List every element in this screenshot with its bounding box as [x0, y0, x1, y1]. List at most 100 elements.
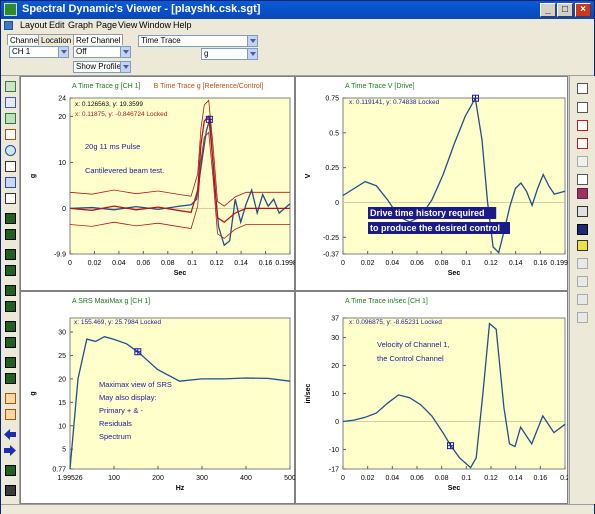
tab-ref-channel[interactable]: Ref Channel: [73, 34, 124, 45]
trace-icon-9[interactable]: [5, 357, 16, 368]
page-icon-2[interactable]: [577, 102, 588, 113]
chevron-down-icon: [247, 36, 257, 46]
page-icon[interactable]: [577, 83, 588, 94]
trace-icon-10[interactable]: [5, 373, 16, 384]
y-tick-label: 0: [62, 206, 66, 213]
x-tick-label: 0.14: [234, 260, 248, 267]
show-profile-value: Show Profile: [76, 62, 121, 71]
x-tick-label: 1.99526: [57, 475, 82, 482]
plot-background: [69, 97, 291, 255]
x-tick-label: 0.199805: [275, 260, 295, 267]
annotation-text: Velocity of Channel 1,: [377, 340, 450, 349]
undo-icon[interactable]: [5, 177, 16, 188]
fit-tool-icon[interactable]: [5, 113, 16, 124]
app-icon: [4, 3, 17, 16]
y-axis-label: in/sec: [305, 383, 312, 403]
pan-icon[interactable]: [5, 161, 16, 172]
page-gray-icon[interactable]: [577, 156, 588, 167]
settings-icon[interactable]: [5, 193, 16, 204]
annotation-text: May also display:: [99, 393, 157, 402]
graph-tool-icon[interactable]: [5, 97, 16, 108]
menu-view[interactable]: View: [118, 20, 137, 30]
annotation-text: 20g 11 ms Pulse: [85, 142, 140, 151]
page-red-icon-2[interactable]: [577, 138, 588, 149]
print-icon[interactable]: [577, 206, 588, 217]
menu-page[interactable]: Page: [96, 20, 117, 30]
zoom-icon[interactable]: [5, 145, 16, 156]
unit-select[interactable]: g: [201, 48, 258, 60]
trace-type-select[interactable]: Time Trace: [138, 35, 258, 47]
page-red-icon[interactable]: [577, 120, 588, 131]
annotate-icon[interactable]: [5, 393, 16, 404]
x-tick-label: 0: [68, 260, 72, 267]
save-icon[interactable]: [577, 224, 588, 235]
channel-select-value: CH 1: [12, 47, 31, 56]
x-axis-label: Sec: [448, 270, 461, 277]
trace-icon-7[interactable]: [5, 321, 16, 332]
x-tick-label: 0.1: [461, 475, 471, 482]
right-tool-palette: [569, 76, 595, 504]
arrow-left-icon[interactable]: [4, 429, 16, 440]
chart-svg[interactable]: A Time Trace g [CH 1] B Time Trace g [Ref…: [20, 76, 295, 291]
menu-graph[interactable]: Graph: [68, 20, 93, 30]
x-tick-label: 0.14: [509, 260, 523, 267]
menu-bar: Layout Edit Graph Page View Window Help: [1, 19, 594, 33]
trace-icon-6[interactable]: [5, 301, 16, 312]
trace-icon-11[interactable]: [5, 465, 16, 476]
document-icon[interactable]: [4, 21, 13, 30]
panel-srs-maximax[interactable]: A SRS MaxiMax g [CH 1] 30 25 20 15 10 5 0.77 1.9…: [20, 291, 295, 504]
chevron-down-icon: [120, 47, 130, 57]
page-icon-3[interactable]: [577, 174, 588, 185]
chart-svg[interactable]: A Time Trace in/sec [CH 1] 37 30 20 10 0 -10 -1…: [295, 291, 568, 504]
menu-layout[interactable]: Layout: [20, 20, 47, 30]
x-tick-label: 0.1: [461, 260, 471, 267]
chart-svg[interactable]: A Time Trace V [Drive] 0.75 0.5 0.25 0 -0.25 -…: [295, 76, 568, 291]
trace-icon-12[interactable]: [5, 485, 16, 496]
panel-velocity[interactable]: A Time Trace in/sec [CH 1] 37 30 20 10 0 -10 -1…: [295, 291, 568, 504]
channel-select[interactable]: CH 1: [9, 46, 69, 58]
chart-svg[interactable]: A SRS MaxiMax g [CH 1] 30 25 20 15 10 5 0.771.9…: [20, 291, 295, 504]
color-icon[interactable]: [577, 240, 588, 251]
window-title: Spectral Dynamic's Viewer - [playshk.csk…: [22, 3, 261, 15]
trace-icon-2[interactable]: [5, 229, 16, 240]
panel-time-trace-drive[interactable]: A Time Trace V [Drive] 0.75 0.5 0.25 0 -0.25 -…: [295, 76, 568, 291]
arrow-right-icon[interactable]: [4, 445, 16, 456]
text-icon[interactable]: [5, 409, 16, 420]
menu-help[interactable]: Help: [173, 20, 192, 30]
x-tick-label: 0: [341, 475, 345, 482]
trace-icon-8[interactable]: [5, 337, 16, 348]
tag-icon[interactable]: [577, 188, 588, 199]
minimize-button[interactable]: _: [540, 3, 556, 17]
panel-title: B Time Trace g [Reference/Control]: [154, 83, 264, 90]
app-window: Spectral Dynamic's Viewer - [playshk.csk…: [0, 0, 595, 514]
show-profile-select[interactable]: Show Profile: [73, 61, 131, 73]
ref-channel-select[interactable]: Off: [73, 46, 131, 58]
y-axis-label: g: [30, 174, 37, 178]
trace-icon-3[interactable]: [5, 249, 16, 260]
trace-icon-5[interactable]: [5, 285, 16, 296]
import-icon[interactable]: [577, 312, 588, 323]
maximize-button[interactable]: □: [557, 3, 573, 17]
trace-icon-4[interactable]: [5, 265, 16, 276]
x-tick-label: 300: [196, 475, 208, 482]
title-bar[interactable]: Spectral Dynamic's Viewer - [playshk.csk…: [1, 1, 594, 19]
cursor-readout: x: 155.469, y: 25.7984 Locked: [74, 319, 161, 326]
status-bar: [1, 504, 594, 514]
pointer-tool-icon[interactable]: [5, 129, 16, 140]
trace-icon-1[interactable]: [5, 213, 16, 224]
y-axis-label: g: [30, 391, 37, 395]
y-tick-label: 10: [58, 160, 66, 167]
close-button[interactable]: ×: [575, 3, 591, 17]
panel-time-trace-ch1[interactable]: A Time Trace g [CH 1] B Time Trace g [Ref…: [20, 76, 295, 291]
copy-icon[interactable]: [577, 258, 588, 269]
y-tick-label: 5: [62, 447, 66, 454]
menu-edit[interactable]: Edit: [49, 20, 65, 30]
paste-icon[interactable]: [577, 276, 588, 287]
annotation-text: Spectrum: [99, 432, 131, 441]
cursor-tool-icon[interactable]: [5, 81, 16, 92]
menu-window[interactable]: Window: [139, 20, 171, 30]
export-icon[interactable]: [577, 294, 588, 305]
panel-title: A SRS MaxiMax g [CH 1]: [72, 298, 150, 305]
x-tick-label: 0.04: [112, 260, 126, 267]
tab-location[interactable]: Location: [38, 34, 75, 45]
